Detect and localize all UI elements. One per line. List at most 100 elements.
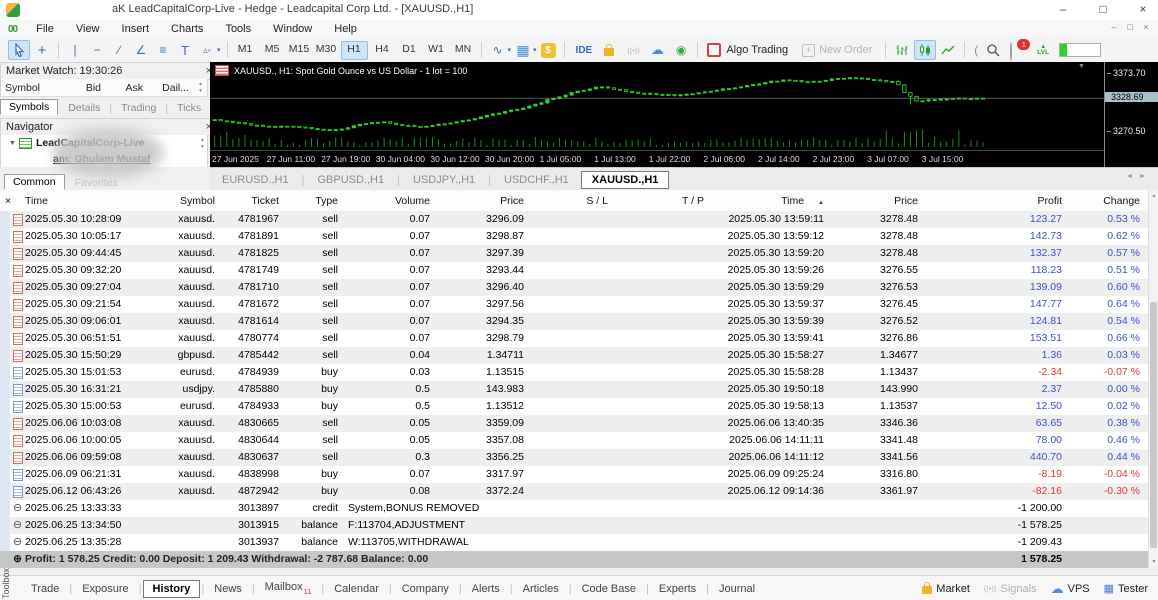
candlestick-chart-type-icon[interactable] — [914, 40, 937, 60]
toolbox-tab-company[interactable]: Company — [393, 581, 458, 597]
collapse-panel-icon[interactable]: ( — [974, 43, 978, 57]
shapes-icon[interactable]: ▵▫ — [197, 41, 217, 59]
equidistant-channel-icon[interactable]: ≡ — [153, 41, 173, 59]
summary-expand-icon[interactable]: ⊕ — [10, 551, 25, 568]
vps-status-item[interactable]: ☁ VPS — [1051, 581, 1090, 597]
history-row[interactable]: 2025.06.12 06:43:26 xauusd. 4872942 buy 0.08… — [0, 483, 1148, 500]
history-column-change-11[interactable]: Change — [1070, 195, 1148, 207]
history-column-profit-10[interactable]: Profit — [926, 195, 1070, 207]
menu-tools[interactable]: Tools — [214, 23, 262, 35]
minimize-icon[interactable]: – — [1050, 2, 1076, 16]
timeframe-m5[interactable]: M5 — [260, 41, 285, 58]
history-row[interactable]: 2025.05.30 09:06:01 xauusd. 4781614 sell 0.0… — [0, 313, 1148, 330]
history-column-type-3[interactable]: Type — [287, 195, 346, 207]
history-row[interactable]: ⊖ 2025.06.25 13:34:50 3013915 balance F:1137… — [0, 517, 1148, 534]
history-column-ticket-2[interactable]: Ticket — [223, 195, 287, 207]
menu-insert[interactable]: Insert — [111, 23, 161, 35]
new-order-plus-icon[interactable]: + — [802, 43, 816, 57]
restore-icon[interactable]: □ — [1090, 2, 1116, 16]
indicators-icon[interactable]: ∿ — [488, 41, 508, 59]
toolbox-tab-calendar[interactable]: Calendar — [325, 581, 388, 597]
toolbox-tab-history[interactable]: History — [142, 579, 201, 598]
history-row[interactable]: 2025.05.30 16:31:21 usdjpy. 4785880 buy 0.5 1… — [0, 381, 1148, 398]
history-column-volume-4[interactable]: Volume — [346, 195, 438, 207]
history-row[interactable]: 2025.05.30 15:50:29 gbpusd. 4785442 sell 0.0… — [0, 347, 1148, 364]
mw-column-0[interactable]: Symbol — [1, 82, 58, 94]
new-order-button[interactable]: New Order — [819, 44, 872, 56]
history-column-price-5[interactable]: Price — [438, 195, 532, 207]
history-row[interactable]: 2025.05.30 09:44:45 xauusd. 4781825 sell 0.0… — [0, 245, 1148, 262]
toolbox-tab-news[interactable]: News — [205, 581, 251, 597]
chart-tab-usdchf-h1[interactable]: USDCHF.,H1 — [492, 172, 581, 188]
history-row[interactable]: 2025.05.30 09:32:20 xauusd. 4781749 sell 0.0… — [0, 262, 1148, 279]
market-watch-tab-symbols[interactable]: Symbols — [0, 99, 59, 115]
mw-column-3[interactable]: Dail... — [148, 82, 194, 94]
history-row[interactable]: 2025.05.30 10:28:09 xauusd. 4781967 sell 0.0… — [0, 211, 1148, 228]
navigator-tab-common[interactable]: Common — [4, 174, 65, 190]
history-row[interactable]: 2025.05.30 10:05:17 xauusd. 4781891 sell 0.0… — [0, 228, 1148, 245]
timeframe-d1[interactable]: D1 — [397, 41, 422, 58]
toolbox-tab-code-base[interactable]: Code Base — [573, 581, 645, 597]
toolbox-tab-experts[interactable]: Experts — [650, 581, 705, 597]
history-scrollbar[interactable]: ▲ ▼ — [1148, 190, 1158, 568]
tester-status-item[interactable]: ▦ Tester — [1104, 582, 1148, 596]
chart-tab-gbpusd-h1[interactable]: GBPUSD.,H1 — [305, 172, 396, 188]
chart-tab-xauusd-h1[interactable]: XAUUSD.,H1 — [580, 170, 670, 189]
algo-trading-label[interactable]: Algo Trading — [726, 44, 788, 56]
timeframe-w1[interactable]: W1 — [424, 41, 449, 58]
search-icon[interactable] — [983, 41, 1003, 59]
history-row[interactable]: ⊖ 2025.06.25 13:33:33 3013897 credit System,… — [0, 500, 1148, 517]
child-minimize-icon[interactable]: – — [1106, 22, 1122, 32]
history-row[interactable]: 2025.05.30 06:51:51 xauusd. 4780774 sell 0.0… — [0, 330, 1148, 347]
chart-tab-usdjpy-h1[interactable]: USDJPY.,H1 — [401, 172, 487, 188]
toolbox-tab-exposure[interactable]: Exposure — [73, 581, 137, 597]
time-axis[interactable]: 27 Jun 2025 27 Jun 11:00 27 Jun 19:00 30 Ju… — [210, 150, 1105, 168]
trendline-angle-icon[interactable]: ∠ — [131, 41, 151, 59]
chart-window-icon[interactable]: ▦ — [513, 41, 533, 59]
close-icon[interactable]: × — [1130, 2, 1156, 16]
broadcast-icon[interactable]: ((•)) — [627, 46, 640, 55]
tab-scroll-left-icon[interactable]: ◄ — [1126, 173, 1139, 180]
child-restore-icon[interactable]: □ — [1122, 22, 1138, 32]
mw-column-1[interactable]: Bid — [58, 82, 106, 94]
scroll-down-icon[interactable]: ▼ — [198, 88, 203, 95]
history-row[interactable]: 2025.05.30 09:21:54 xauusd. 4781672 sell 0.0… — [0, 296, 1148, 313]
history-row[interactable]: 2025.06.06 10:00:05 xauusd. 4830644 sell 0.0… — [0, 432, 1148, 449]
market-status-item[interactable]: Market — [922, 581, 970, 595]
tab-scroll-right-icon[interactable]: ► — [1139, 173, 1152, 180]
menu-view[interactable]: View — [65, 23, 111, 35]
history-column-time-0[interactable]: Time — [25, 195, 139, 207]
trendline-icon[interactable]: ∕ — [109, 41, 129, 59]
mw-column-2[interactable]: Ask — [106, 82, 148, 94]
navigator-tab-favorites[interactable]: Favorites — [67, 176, 126, 190]
horizontal-line-icon[interactable]: − — [87, 41, 107, 59]
shapes-dropdown-icon[interactable]: ▾ — [217, 46, 221, 54]
chart-window-dropdown-icon[interactable]: ▾ — [533, 46, 537, 54]
timeframe-mn[interactable]: MN — [451, 41, 476, 58]
scrollbar-thumb[interactable] — [1150, 302, 1157, 548]
history-row[interactable]: 2025.06.06 10:03:08 xauusd. 4830665 sell 0.0… — [0, 415, 1148, 432]
deposit-icon[interactable]: $ — [540, 42, 556, 58]
scrollbar-up-icon[interactable]: ▲ — [1149, 193, 1158, 199]
toolbox-tab-journal[interactable]: Journal — [710, 581, 764, 597]
menu-window[interactable]: Window — [262, 23, 323, 35]
notifications-icon[interactable]: 1 — [1010, 38, 1031, 61]
history-row[interactable]: 2025.05.30 09:27:04 xauusd. 4781710 sell 0.0… — [0, 279, 1148, 296]
toolbox-tab-alerts[interactable]: Alerts — [463, 581, 509, 597]
market-watch-tab-details[interactable]: Details — [60, 101, 108, 115]
lock-icon[interactable] — [604, 44, 615, 56]
signals-status-item[interactable]: ((•)) Signals — [984, 583, 1037, 595]
timeframe-m1[interactable]: M1 — [233, 41, 258, 58]
text-tool-icon[interactable]: T — [175, 41, 195, 59]
indicators-dropdown-icon[interactable]: ▾ — [508, 46, 512, 54]
line-chart-type-icon[interactable] — [938, 41, 958, 59]
history-column-symbol-1[interactable]: Symbol — [139, 195, 223, 207]
history-column-sl-6[interactable]: S / L — [532, 195, 616, 207]
history-row[interactable]: 2025.05.30 15:01:53 eurusd. 4784939 buy 0.03… — [0, 364, 1148, 381]
history-row[interactable]: ⊖ 2025.06.25 13:35:28 3013937 balance W:1137… — [0, 534, 1148, 551]
history-row[interactable]: 2025.06.06 09:59:08 xauusd. 4830637 sell 0.3… — [0, 449, 1148, 466]
navigator-scrollbar[interactable]: ▲ ▼ — [200, 137, 205, 150]
price-axis[interactable]: 3373.70 3328.69 3270.50 — [1104, 62, 1158, 167]
market-watch-tab-ticks[interactable]: Ticks — [169, 101, 209, 115]
market-watch-tab-trading[interactable]: Trading — [113, 101, 164, 115]
